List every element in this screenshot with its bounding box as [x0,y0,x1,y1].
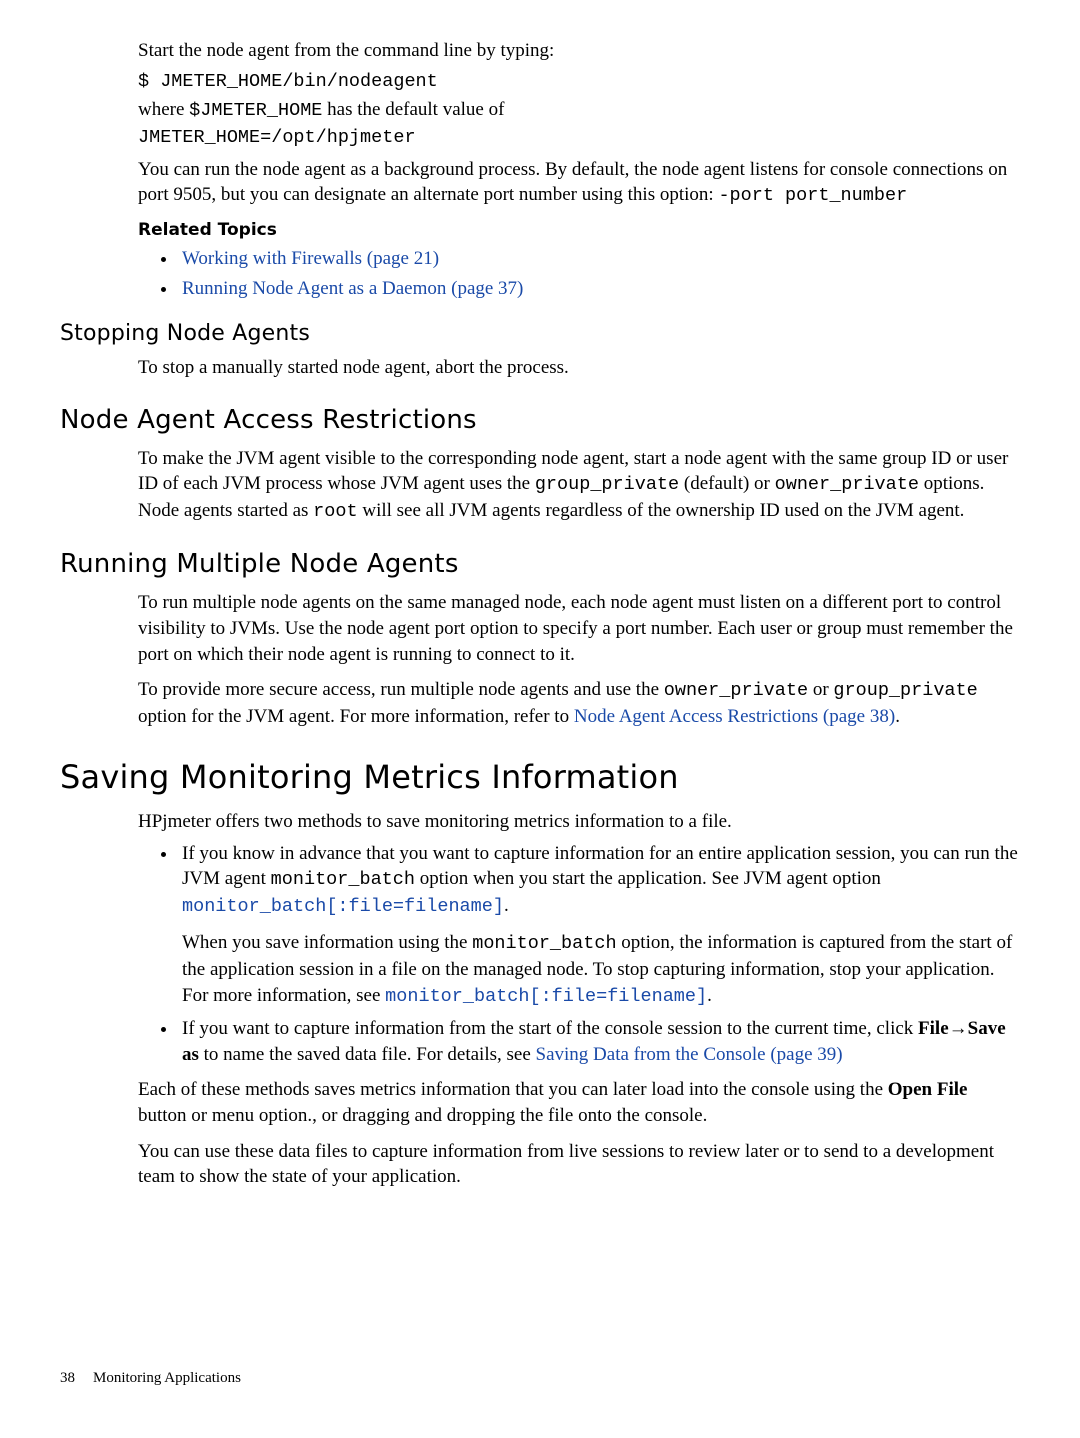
ui-label-file: File [918,1018,949,1039]
code-line: $ JMETER_HOME/bin/nodeagent [138,70,1020,95]
page-number: 38 [60,1370,75,1386]
text: option when you start the application. S… [415,868,881,889]
inline-code: owner_private [775,474,919,495]
link-access-restrictions[interactable]: Node Agent Access Restrictions (page 38) [574,706,895,727]
inline-code: group_private [833,680,977,701]
paragraph: If you know in advance that you want to … [182,841,1020,921]
paragraph: You can run the node agent as a backgrou… [138,157,1020,210]
inline-code: monitor_batch [472,933,616,954]
text: . [707,985,712,1006]
related-topics-list: Working with Firewalls (page 21) Running… [138,246,1020,301]
paragraph: Each of these methods saves metrics info… [138,1077,1020,1128]
text: If you want to capture information from … [182,1018,918,1039]
text: . [895,706,900,727]
paragraph: To run multiple node agents on the same … [138,590,1020,667]
paragraph: To stop a manually started node agent, a… [138,355,1020,381]
text: button or menu option., or dragging and … [138,1105,707,1126]
text: To provide more secure access, run multi… [138,679,664,700]
link-firewalls[interactable]: Working with Firewalls (page 21) [182,248,439,269]
paragraph: where $JMETER_HOME has the default value… [138,97,1020,124]
link-monitor-batch-2[interactable]: monitor_batch[:file=filename] [385,986,707,1007]
text: will see all JVM agents regardless of th… [358,500,965,521]
paragraph: If you want to capture information from … [182,1016,1020,1067]
heading-access-restrictions: Node Agent Access Restrictions [60,403,1020,438]
paragraph: You can use these data files to capture … [138,1139,1020,1190]
paragraph: Start the node agent from the command li… [138,38,1020,64]
text: Each of these methods saves metrics info… [138,1079,888,1100]
paragraph: To provide more secure access, run multi… [138,677,1020,730]
link-daemon[interactable]: Running Node Agent as a Daemon (page 37) [182,278,523,299]
list-item: Working with Firewalls (page 21) [178,246,1020,272]
paragraph: When you save information using the moni… [182,930,1020,1010]
text: has the default value of [322,99,504,120]
inline-code: -port port_number [718,185,907,206]
related-topics-heading: Related Topics [138,219,1020,242]
list-item: If you want to capture information from … [178,1016,1020,1067]
text: (default) or [679,473,774,494]
inline-code: group_private [535,474,679,495]
ui-label-open-file: Open File [888,1079,968,1100]
paragraph: HPjmeter offers two methods to save moni… [138,809,1020,835]
text: . [504,895,509,916]
link-monitor-batch-1[interactable]: monitor_batch[:file=filename] [182,896,504,917]
inline-code: monitor_batch [271,869,415,890]
heading-stopping-node-agents: Stopping Node Agents [60,319,1020,349]
list-item: If you know in advance that you want to … [178,841,1020,1010]
footer-title: Monitoring Applications [93,1370,241,1386]
heading-saving-metrics: Saving Monitoring Metrics Information [60,756,1020,799]
link-saving-data-console[interactable]: Saving Data from the Console (page 39) [536,1044,843,1065]
heading-multiple-node-agents: Running Multiple Node Agents [60,547,1020,582]
arrow-icon: → [949,1018,968,1039]
paragraph: To make the JVM agent visible to the cor… [138,446,1020,526]
inline-code: root [313,501,357,522]
text: When you save information using the [182,932,472,953]
code-line: JMETER_HOME=/opt/hpjmeter [138,126,1020,151]
inline-code: owner_private [664,680,808,701]
text: where [138,99,189,120]
text: or [808,679,833,700]
text: to name the saved data file. For details… [199,1044,536,1065]
inline-code: $JMETER_HOME [189,100,322,121]
saving-methods-list: If you know in advance that you want to … [138,841,1020,1067]
text: option for the JVM agent. For more infor… [138,706,574,727]
page-footer: 38 Monitoring Applications [60,1368,241,1388]
list-item: Running Node Agent as a Daemon (page 37) [178,276,1020,302]
